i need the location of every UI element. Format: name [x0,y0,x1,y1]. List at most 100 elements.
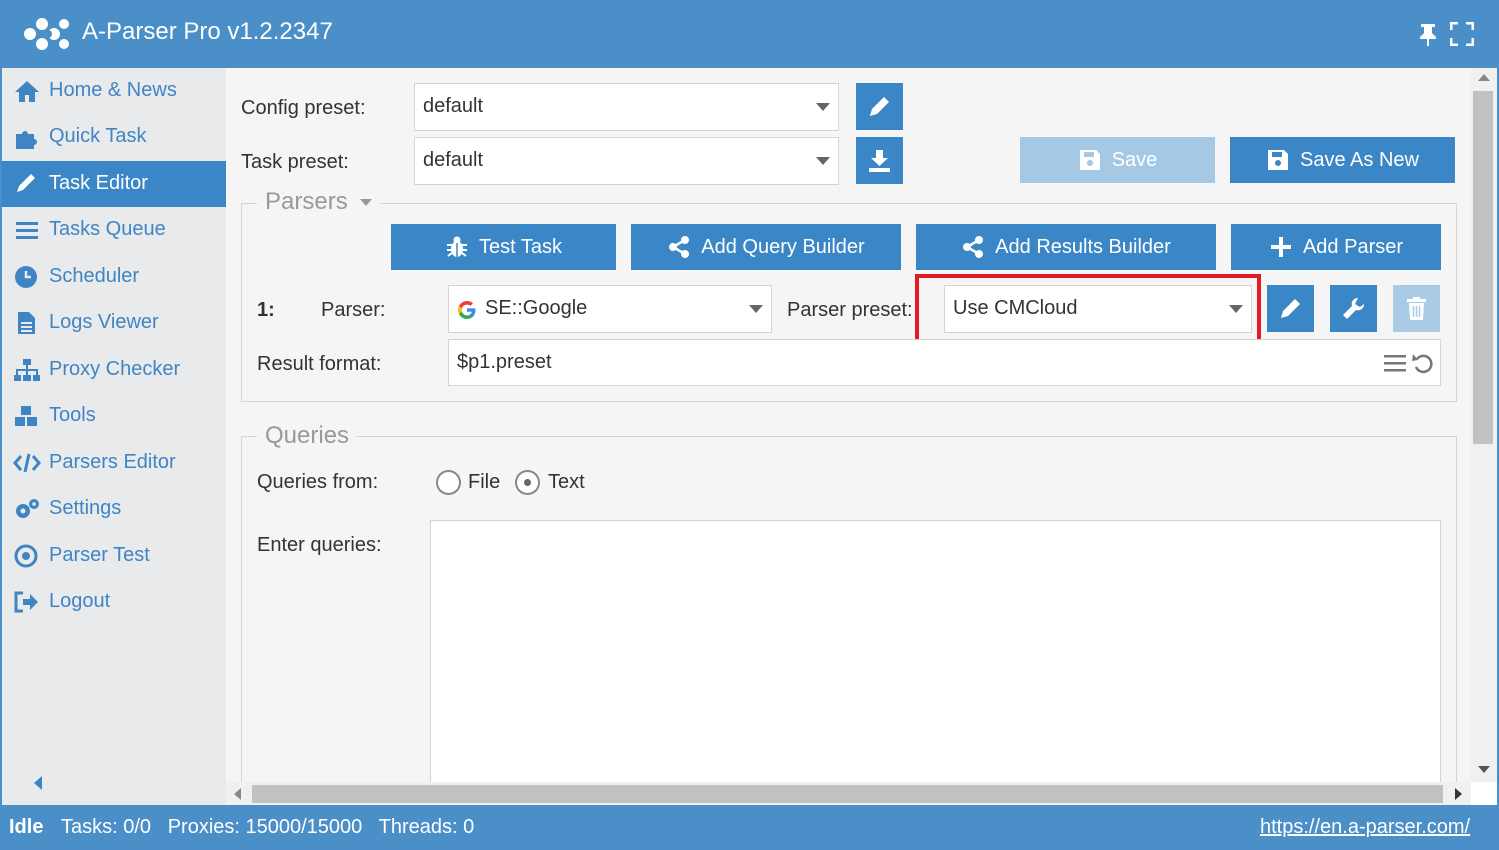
sidebar-item-label: Settings [49,497,122,519]
sidebar-item-label: Parser Test [49,544,150,566]
chevron-down-icon [816,157,830,165]
parsers-legend-label: Parsers [265,188,348,215]
queries-from-text-label[interactable]: Text [548,471,585,494]
queries-from-file-label[interactable]: File [468,471,500,494]
parser-select-value: SE::Google [485,297,588,319]
sidebar-item-logout[interactable]: Logout [2,579,226,625]
parser-select[interactable]: SE::Google [448,285,772,333]
sidebar-item-label: Home & News [49,79,177,101]
queries-from-text-radio[interactable] [515,470,540,495]
save-as-new-button-label: Save As New [1300,148,1419,171]
sidebar-item-proxy-checker[interactable]: Proxy Checker [2,347,226,393]
task-editor-panel: Config preset: default Task preset: defa… [226,68,1471,782]
website-link[interactable]: https://en.a-parser.com/ [1260,816,1470,839]
pencil-icon [1281,299,1300,318]
app-title: A-Parser Pro v1.2.2347 [82,18,333,45]
caret-down-icon [360,199,373,207]
task-preset-value: default [423,149,484,171]
fullscreen-icon[interactable] [1450,22,1474,46]
download-task-preset-button[interactable] [856,137,903,184]
scroll-down-icon[interactable] [1478,766,1490,773]
plus-icon [1270,237,1291,257]
collapse-sidebar-icon[interactable] [30,774,44,792]
vertical-scrollbar[interactable] [1471,68,1497,782]
add-parser-label: Add Parser [1302,235,1404,258]
test-task-label: Test Task [479,235,562,258]
enter-queries-label: Enter queries: [257,534,382,556]
sidebar-item-settings[interactable]: Settings [2,486,226,532]
sidebar-item-quick-task[interactable]: Quick Task [2,114,226,160]
scroll-right-icon[interactable] [1455,788,1462,800]
floppy-icon [1268,150,1289,170]
horizontal-scroll-thumb[interactable] [252,785,1443,803]
chevron-down-icon [816,103,830,111]
parser-settings-button[interactable] [1330,285,1377,332]
sidebar-item-label: Proxy Checker [49,358,181,380]
queries-legend: Queries [257,422,358,450]
parser-label: Parser: [321,299,386,321]
sitemap-icon [14,359,40,381]
code-icon [13,453,41,473]
bug-icon [447,236,467,257]
edit-config-preset-button[interactable] [856,83,903,130]
task-preset-label: Task preset: [241,151,349,173]
share-icon [963,236,984,258]
clock-icon [15,266,37,288]
sidebar-item-label: Quick Task [49,125,147,147]
sidebar-item-label: Task Editor [49,172,148,194]
share-icon [669,236,690,258]
add-results-builder-label: Add Results Builder [995,235,1171,258]
sidebar-item-home-news[interactable]: Home & News [2,68,226,114]
result-format-input[interactable]: $p1.preset [448,339,1441,386]
chevron-down-icon [749,305,763,313]
cubes-icon [15,406,37,426]
scroll-up-icon[interactable] [1478,74,1490,81]
sidebar-item-label: Parsers Editor [49,451,176,473]
sidebar-item-label: Tasks Queue [49,218,166,240]
sidebar-item-logs-viewer[interactable]: Logs Viewer [2,300,226,346]
sidebar-item-tasks-queue[interactable]: Tasks Queue [2,207,226,253]
pencil-icon [870,97,889,116]
config-preset-value: default [423,95,484,117]
floppy-icon [1079,150,1100,170]
save-button-label: Save [1111,148,1158,171]
sidebar-item-tools[interactable]: Tools [2,393,226,439]
parsers-legend[interactable]: Parsers [257,188,381,216]
save-as-new-button[interactable]: Save As New [1230,137,1455,183]
vertical-scroll-thumb[interactable] [1473,91,1493,444]
sidebar-item-label: Logout [49,590,111,612]
list-icon [16,222,38,239]
sidebar-item-label: Logs Viewer [49,311,159,333]
sidebar-item-parser-test[interactable]: Parser Test [2,533,226,579]
save-button[interactable]: Save [1020,137,1215,183]
delete-parser-button[interactable] [1393,285,1440,332]
config-preset-label: Config preset: [241,97,366,119]
pin-icon[interactable] [1417,22,1439,46]
wrench-icon [1343,297,1365,319]
sidebar-item-label: Scheduler [49,265,140,287]
sidebar-item-label: Tools [49,404,96,426]
scroll-left-icon[interactable] [234,788,241,800]
add-results-builder-button[interactable]: Add Results Builder [916,224,1216,270]
status-stats: Tasks: 0/0 Proxies: 15000/15000 Threads:… [61,816,475,838]
queries-textarea[interactable] [430,520,1441,782]
target-icon [14,544,38,568]
horizontal-scrollbar[interactable] [226,782,1471,805]
task-preset-select[interactable]: default [414,137,839,185]
sidebar-item-parsers-editor[interactable]: Parsers Editor [2,440,226,486]
puzzle-icon [16,131,37,149]
app-logo-icon [24,18,69,50]
add-query-builder-button[interactable]: Add Query Builder [631,224,901,270]
undo-icon[interactable] [1411,351,1435,375]
edit-parser-preset-button[interactable] [1267,285,1314,332]
config-preset-select[interactable]: default [414,83,839,131]
test-task-button[interactable]: Test Task [391,224,616,270]
menu-icon[interactable] [1383,353,1407,373]
add-parser-button[interactable]: Add Parser [1231,224,1441,270]
result-format-value: $p1.preset [457,351,552,373]
queries-from-file-radio[interactable] [436,470,461,495]
sidebar-item-task-editor[interactable]: Task Editor [2,161,226,207]
google-icon [458,301,476,319]
trash-icon [1407,297,1426,320]
sidebar-item-scheduler[interactable]: Scheduler [2,254,226,300]
